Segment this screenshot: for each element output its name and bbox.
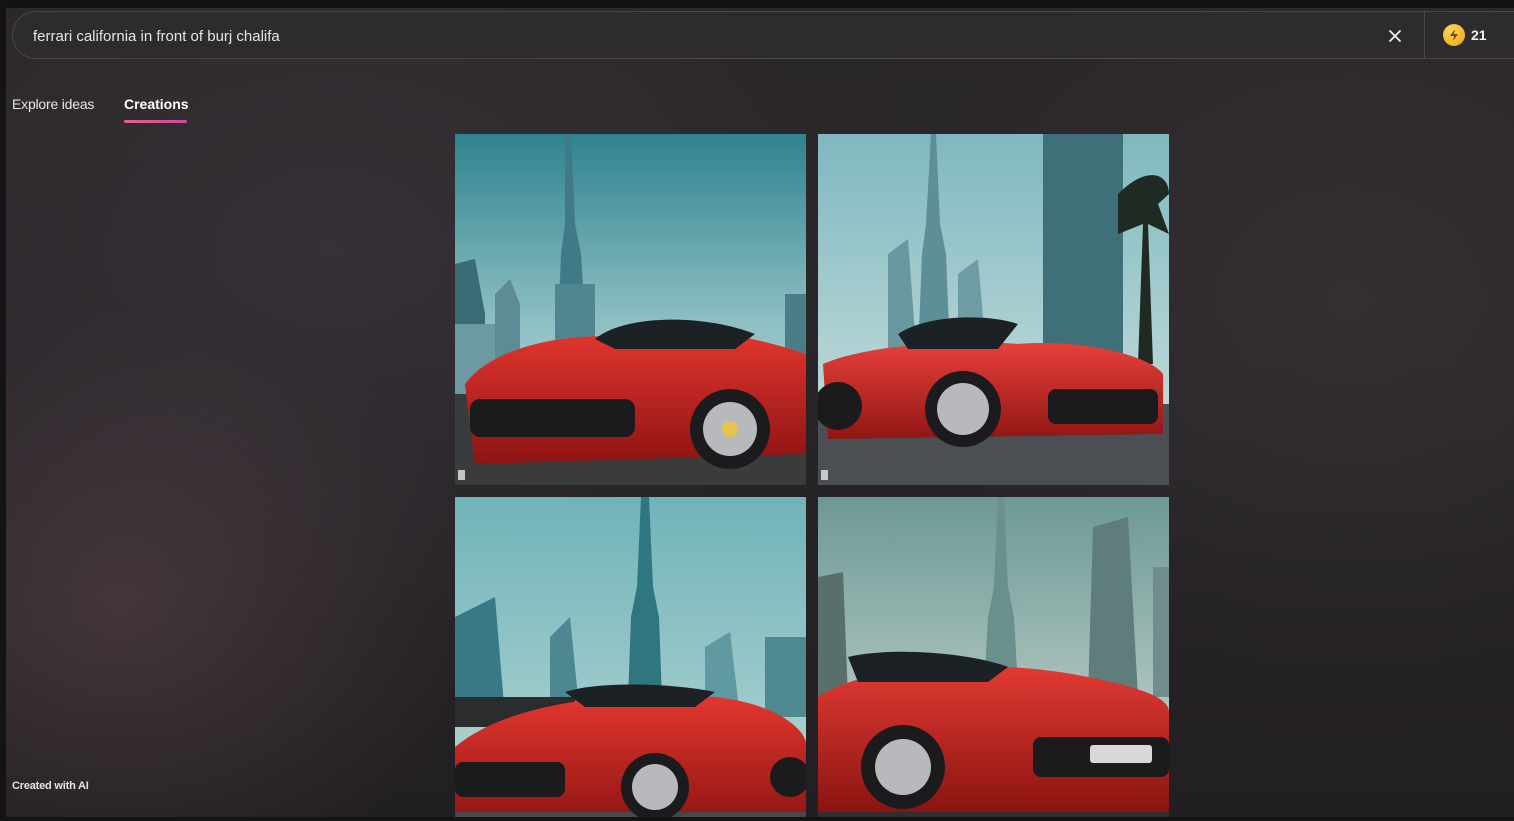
top-edge <box>0 0 1514 8</box>
bing-logo-icon <box>458 470 465 480</box>
created-with-ai-label: Created with AI <box>12 780 89 792</box>
left-edge <box>0 0 6 821</box>
boost-coins[interactable]: 21 <box>1443 23 1487 47</box>
tab-explore-ideas[interactable]: Explore ideas <box>12 96 94 112</box>
generated-image-3[interactable] <box>455 497 806 818</box>
prompt-input[interactable] <box>33 25 1333 47</box>
generated-image-1[interactable] <box>455 134 806 485</box>
generated-image-2[interactable] <box>818 134 1169 485</box>
tab-creations[interactable]: Creations <box>124 96 189 112</box>
boost-coin-count: 21 <box>1471 27 1487 43</box>
boost-coin-icon <box>1443 24 1465 46</box>
clear-prompt-button[interactable] <box>1383 24 1407 48</box>
bottom-edge <box>0 817 1514 821</box>
generated-image-4[interactable] <box>818 497 1169 818</box>
active-tab-indicator <box>124 120 187 123</box>
close-icon <box>1389 30 1401 42</box>
search-divider <box>1424 12 1425 58</box>
prompt-search-bar: 21 <box>12 11 1514 59</box>
image-creator-page: 21 Explore ideas Creations <box>0 0 1514 821</box>
bing-logo-icon-2 <box>821 470 828 480</box>
